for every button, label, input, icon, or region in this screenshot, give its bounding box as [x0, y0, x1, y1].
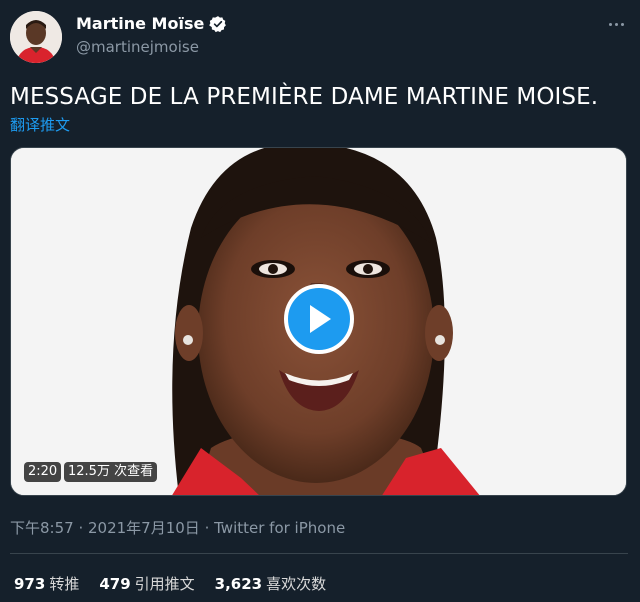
- divider: [10, 553, 628, 554]
- tweet-date[interactable]: 2021年7月10日: [88, 519, 200, 537]
- verified-badge-icon: [209, 15, 227, 32]
- meta-separator: ·: [73, 519, 88, 537]
- tweet-time[interactable]: 下午8:57: [10, 519, 74, 537]
- play-button[interactable]: [284, 284, 354, 354]
- tweet-stats: 973 转推 479 引用推文 3,623 喜欢次数: [14, 573, 326, 594]
- quotes-count: 479: [99, 575, 131, 593]
- avatar[interactable]: [10, 11, 62, 63]
- video-player[interactable]: 2:20 12.5万 次查看: [10, 147, 627, 496]
- tweet-source[interactable]: Twitter for iPhone: [214, 519, 345, 537]
- translate-tweet-link[interactable]: 翻译推文: [10, 114, 70, 135]
- author-name-row[interactable]: Martine Moïse: [76, 14, 227, 33]
- likes-stat[interactable]: 3,623 喜欢次数: [215, 573, 326, 594]
- retweets-stat[interactable]: 973 转推: [14, 573, 79, 594]
- video-views-badge: 12.5万 次查看: [64, 462, 158, 482]
- likes-count: 3,623: [214, 575, 263, 593]
- tweet-card: Martine Moïse @martinejmoise MESSAGE DE …: [0, 0, 640, 602]
- meta-separator: ·: [199, 519, 215, 537]
- quotes-stat[interactable]: 479 引用推文: [99, 573, 194, 594]
- tweet-meta: 下午8:57 · 2021年7月10日 · Twitter for iPhone: [10, 517, 345, 538]
- more-options-icon[interactable]: [604, 14, 628, 34]
- video-duration-badge: 2:20: [24, 462, 62, 482]
- tweet-text: MESSAGE DE LA PREMIÈRE DAME MARTINE MOIS…: [10, 84, 599, 110]
- author-handle[interactable]: @martinejmoise: [76, 38, 199, 56]
- retweets-count: 973: [14, 575, 46, 593]
- avatar-image: [10, 11, 62, 63]
- author-name[interactable]: Martine Moïse: [76, 14, 204, 33]
- quotes-label: 引用推文: [134, 575, 195, 593]
- retweets-label: 转推: [49, 575, 80, 593]
- likes-label: 喜欢次数: [266, 575, 327, 593]
- play-icon: [310, 305, 331, 333]
